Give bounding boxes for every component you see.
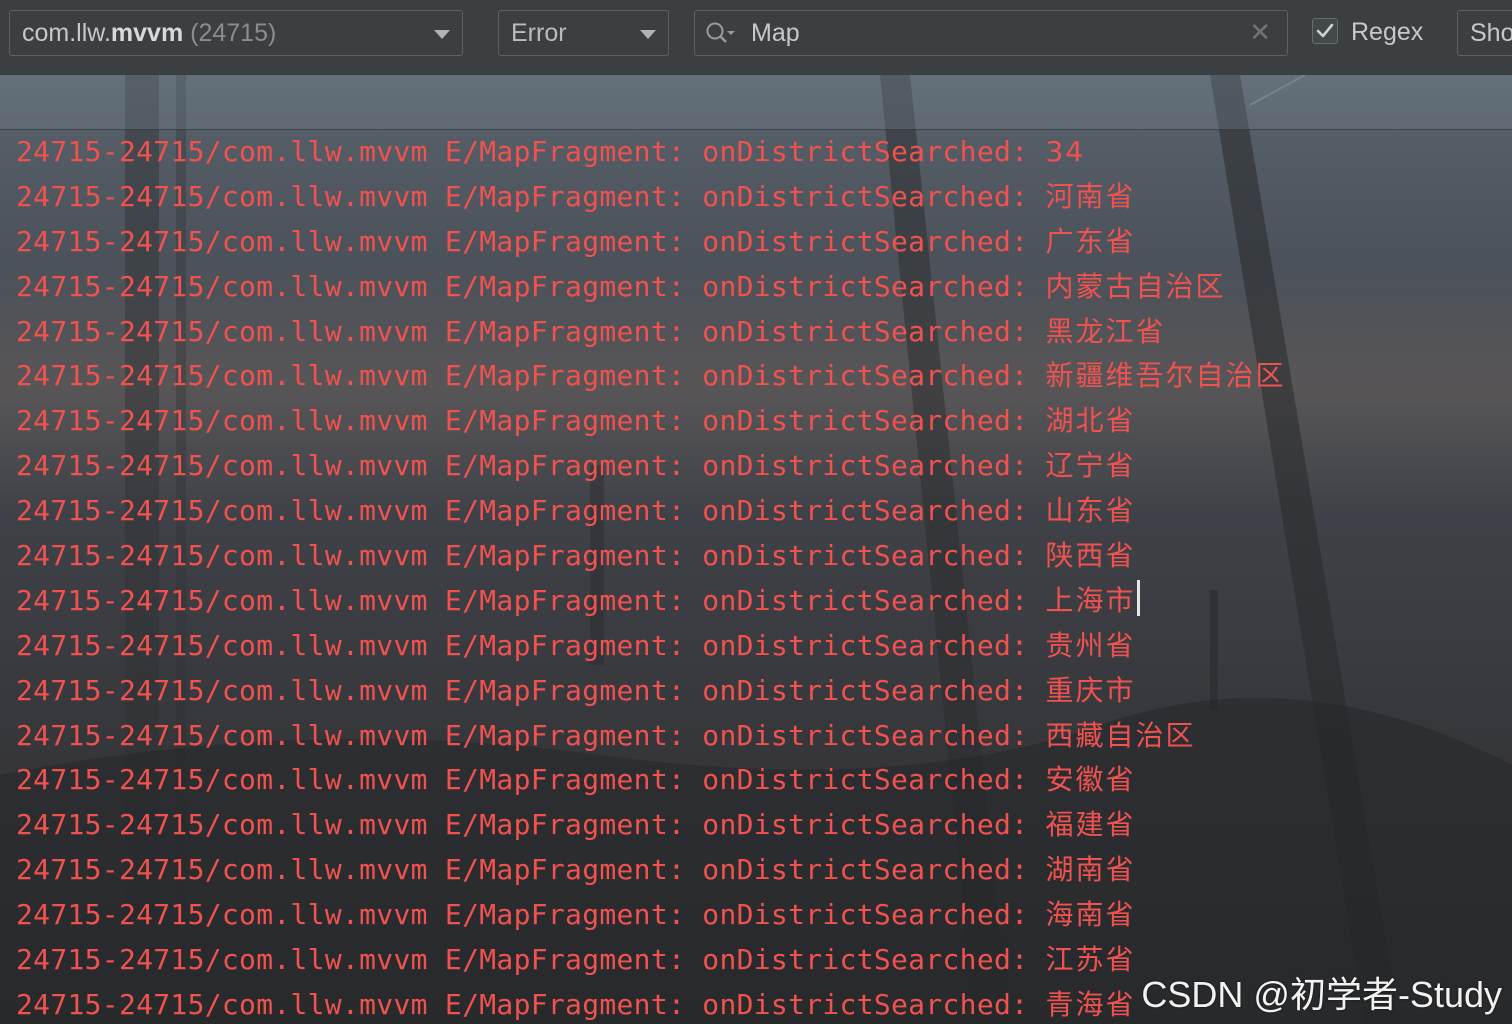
log-line-list: 24715-24715/com.llw.mvvm E/MapFragment: … bbox=[16, 130, 1285, 1024]
log-line-prefix: 24715-24715/com.llw.mvvm E/MapFragment: … bbox=[16, 943, 1046, 977]
log-line-message: 西藏自治区 bbox=[1045, 718, 1196, 752]
show-filter-dropdown[interactable]: Sho bbox=[1457, 10, 1512, 56]
log-line-message: 新疆维吾尔自治区 bbox=[1045, 359, 1286, 393]
log-line[interactable]: 24715-24715/com.llw.mvvm E/MapFragment: … bbox=[16, 220, 1285, 265]
log-line-prefix: 24715-24715/com.llw.mvvm E/MapFragment: … bbox=[16, 808, 1046, 842]
log-line-prefix: 24715-24715/com.llw.mvvm E/MapFragment: … bbox=[16, 673, 1046, 707]
log-line-prefix: 24715-24715/com.llw.mvvm E/MapFragment: … bbox=[16, 718, 1046, 752]
log-line[interactable]: 24715-24715/com.llw.mvvm E/MapFragment: … bbox=[16, 714, 1285, 759]
log-line-message: 广东省 bbox=[1045, 224, 1136, 258]
process-id: (24715) bbox=[190, 19, 277, 47]
log-line-prefix: 24715-24715/com.llw.mvvm E/MapFragment: … bbox=[16, 853, 1046, 887]
log-line-prefix: 24715-24715/com.llw.mvvm E/MapFragment: … bbox=[16, 314, 1046, 348]
watermark-text: CSDN @初学者-Study bbox=[1141, 974, 1502, 1015]
log-line-message: 青海省 bbox=[1045, 987, 1136, 1021]
log-line-message: 辽宁省 bbox=[1045, 449, 1136, 483]
log-line-prefix: 24715-24715/com.llw.mvvm E/MapFragment: … bbox=[16, 539, 1046, 573]
log-output-panel[interactable]: 24715-24715/com.llw.mvvm E/MapFragment: … bbox=[0, 75, 1512, 1024]
regex-checkbox[interactable] bbox=[1312, 18, 1338, 44]
log-line[interactable]: 24715-24715/com.llw.mvvm E/MapFragment: … bbox=[16, 265, 1285, 310]
log-line[interactable]: 24715-24715/com.llw.mvvm E/MapFragment: … bbox=[16, 489, 1285, 534]
log-line-prefix: 24715-24715/com.llw.mvvm E/MapFragment: … bbox=[16, 359, 1046, 393]
log-line[interactable]: 24715-24715/com.llw.mvvm E/MapFragment: … bbox=[16, 354, 1285, 399]
log-header-strip bbox=[0, 75, 1512, 130]
log-line[interactable]: 24715-24715/com.llw.mvvm E/MapFragment: … bbox=[16, 624, 1285, 669]
log-level-value: Error bbox=[511, 19, 567, 47]
log-line-prefix: 24715-24715/com.llw.mvvm E/MapFragment: … bbox=[16, 987, 1046, 1021]
log-line[interactable]: 24715-24715/com.llw.mvvm E/MapFragment: … bbox=[16, 579, 1285, 624]
log-line-message: 山东省 bbox=[1045, 494, 1136, 528]
package-prefix: com.llw. bbox=[22, 19, 111, 47]
log-line-message: 河南省 bbox=[1045, 179, 1136, 213]
log-line[interactable]: 24715-24715/com.llw.mvvm E/MapFragment: … bbox=[16, 983, 1285, 1024]
log-line-prefix: 24715-24715/com.llw.mvvm E/MapFragment: … bbox=[16, 494, 1046, 528]
package-name: mvvm bbox=[110, 19, 184, 47]
log-line[interactable]: 24715-24715/com.llw.mvvm E/MapFragment: … bbox=[16, 669, 1285, 714]
log-line[interactable]: 24715-24715/com.llw.mvvm E/MapFragment: … bbox=[16, 848, 1285, 893]
text-cursor bbox=[1137, 579, 1141, 616]
search-icon[interactable] bbox=[705, 21, 735, 47]
log-search-box[interactable]: ✕ bbox=[694, 10, 1288, 56]
log-line[interactable]: 24715-24715/com.llw.mvvm E/MapFragment: … bbox=[16, 130, 1285, 175]
log-line-message: 黑龙江省 bbox=[1045, 314, 1166, 348]
log-line-prefix: 24715-24715/com.llw.mvvm E/MapFragment: … bbox=[16, 224, 1046, 258]
log-line[interactable]: 24715-24715/com.llw.mvvm E/MapFragment: … bbox=[16, 399, 1285, 444]
log-line[interactable]: 24715-24715/com.llw.mvvm E/MapFragment: … bbox=[16, 803, 1285, 848]
log-line-message: 内蒙古自治区 bbox=[1045, 269, 1226, 303]
log-line-prefix: 24715-24715/com.llw.mvvm E/MapFragment: … bbox=[16, 179, 1046, 213]
log-line-prefix: 24715-24715/com.llw.mvvm E/MapFragment: … bbox=[16, 763, 1046, 797]
log-line-message: 上海市 bbox=[1045, 583, 1136, 617]
log-line[interactable]: 24715-24715/com.llw.mvvm E/MapFragment: … bbox=[16, 758, 1285, 803]
log-line-message: 贵州省 bbox=[1045, 628, 1136, 662]
process-selector-dropdown[interactable]: com.llw.mvvm (24715) bbox=[9, 10, 463, 56]
log-line-prefix: 24715-24715/com.llw.mvvm E/MapFragment: … bbox=[16, 449, 1046, 483]
checkmark-icon bbox=[1316, 23, 1334, 38]
log-line-message: 福建省 bbox=[1045, 808, 1136, 842]
logcat-toolbar: com.llw.mvvm (24715) Error ✕ Regex bbox=[0, 0, 1512, 75]
chevron-down-icon[interactable] bbox=[434, 30, 450, 39]
log-line-prefix: 24715-24715/com.llw.mvvm E/MapFragment: … bbox=[16, 583, 1046, 617]
log-line[interactable]: 24715-24715/com.llw.mvvm E/MapFragment: … bbox=[16, 534, 1285, 579]
log-line-prefix: 24715-24715/com.llw.mvvm E/MapFragment: … bbox=[16, 898, 1046, 932]
log-line-prefix: 24715-24715/com.llw.mvvm E/MapFragment: … bbox=[16, 628, 1046, 662]
log-line-prefix: 24715-24715/com.llw.mvvm E/MapFragment: … bbox=[16, 269, 1046, 303]
chevron-down-icon[interactable] bbox=[640, 30, 656, 39]
logcat-window: com.llw.mvvm (24715) Error ✕ Regex bbox=[0, 0, 1512, 1024]
log-line-message: 湖北省 bbox=[1045, 404, 1136, 438]
log-line[interactable]: 24715-24715/com.llw.mvvm E/MapFragment: … bbox=[16, 310, 1285, 355]
log-line-message: 陕西省 bbox=[1045, 539, 1136, 573]
log-line-prefix: 24715-24715/com.llw.mvvm E/MapFragment: … bbox=[16, 135, 1046, 168]
log-line-message: 安徽省 bbox=[1045, 763, 1136, 797]
log-line[interactable]: 24715-24715/com.llw.mvvm E/MapFragment: … bbox=[16, 175, 1285, 220]
log-line-message: 海南省 bbox=[1045, 898, 1136, 932]
log-line[interactable]: 24715-24715/com.llw.mvvm E/MapFragment: … bbox=[16, 444, 1285, 489]
log-line-message: 湖南省 bbox=[1045, 853, 1136, 887]
log-line-message: 重庆市 bbox=[1045, 673, 1136, 707]
search-input[interactable] bbox=[751, 15, 1231, 51]
log-line-message: 江苏省 bbox=[1045, 943, 1136, 977]
log-line[interactable]: 24715-24715/com.llw.mvvm E/MapFragment: … bbox=[16, 938, 1285, 983]
log-line[interactable]: 24715-24715/com.llw.mvvm E/MapFragment: … bbox=[16, 893, 1285, 938]
regex-label: Regex bbox=[1351, 18, 1424, 46]
log-line-message: 34 bbox=[1045, 135, 1086, 168]
process-selector-value: com.llw.mvvm (24715) bbox=[22, 11, 276, 55]
log-line-prefix: 24715-24715/com.llw.mvvm E/MapFragment: … bbox=[16, 404, 1046, 438]
clear-search-icon[interactable]: ✕ bbox=[1249, 18, 1271, 48]
log-level-dropdown[interactable]: Error bbox=[498, 10, 669, 56]
